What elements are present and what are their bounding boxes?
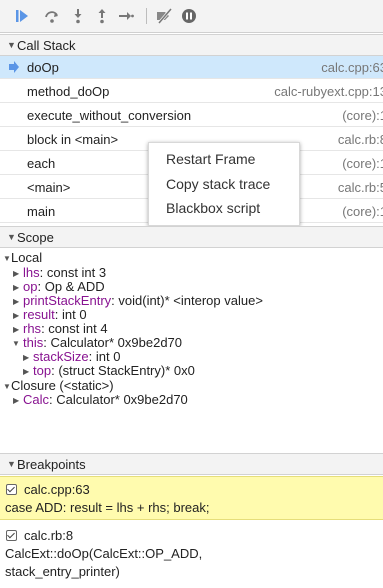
expanded-triangle-icon: ▼ — [12, 339, 20, 348]
expanded-triangle-icon: ▼ — [3, 254, 11, 263]
call-stack-title: Call Stack — [17, 38, 76, 53]
frame-location[interactable]: calc.rb:5 — [325, 180, 383, 195]
pause-on-exceptions-icon[interactable] — [181, 8, 197, 24]
frame-name: execute_without_conversion — [27, 108, 192, 123]
var-value: Op & ADD — [44, 279, 105, 294]
breakpoint-checkbox[interactable] — [6, 484, 17, 495]
scope-var-this[interactable]: ▼ this: Calculator* 0x9be2d70 — [0, 336, 383, 350]
step-out-icon[interactable] — [94, 8, 110, 24]
var-value: int 0 — [62, 307, 87, 322]
collapsed-triangle-icon: ▶ — [13, 269, 20, 278]
expanded-triangle-icon: ▼ — [3, 382, 11, 391]
toolbar-separator — [146, 8, 147, 24]
deactivate-breakpoints-icon[interactable] — [156, 8, 172, 24]
var-value: void(int)* <interop value> — [118, 293, 263, 308]
frame-name: doOp — [27, 60, 59, 75]
breakpoints-header[interactable]: ▼ Breakpoints — [0, 453, 383, 475]
var-value: const int 3 — [46, 265, 107, 280]
frame-location[interactable]: (core):1 — [330, 156, 383, 171]
scope-var-top[interactable]: ▶ top: (struct StackEntry)* 0x0 — [0, 364, 383, 378]
scope-var-rhs[interactable]: ▶ rhs: const int 4 — [0, 322, 383, 336]
call-frame-execute-without-conversion[interactable]: execute_without_conversion (core):1 — [0, 104, 383, 127]
collapsed-triangle-icon: ▶ — [13, 297, 20, 306]
var-value: const int 4 — [48, 321, 108, 336]
collapsed-triangle-icon: ▶ — [13, 325, 20, 334]
scope-var-result[interactable]: ▶ result: int 0 — [0, 308, 383, 322]
expanded-triangle-icon: ▼ — [7, 459, 16, 469]
var-name: printStackEntry — [23, 293, 112, 308]
var-value: int 0 — [95, 349, 121, 364]
breakpoint-item[interactable]: calc.rb:8 CalcExt::doOp(CalcExt::OP_ADD,… — [0, 522, 383, 588]
scope-var-lhs[interactable]: ▶ lhs: const int 3 — [0, 266, 383, 280]
call-frame-dooop[interactable]: doOp calc.cpp:63 — [0, 56, 383, 79]
breakpoint-item[interactable]: calc.cpp:63 case ADD: result = lhs + rhs… — [0, 476, 383, 520]
frame-name: block in <main> — [27, 132, 119, 147]
frame-name: each — [27, 156, 56, 171]
frame-location[interactable]: calc.rb:8 — [325, 132, 383, 147]
step-into-icon[interactable] — [70, 8, 86, 24]
menu-item-blackbox-script[interactable]: Blackbox script — [166, 200, 260, 216]
scope-var-calc[interactable]: ▶ Calc: Calculator* 0x9be2d70 — [0, 393, 383, 407]
var-name: this — [23, 335, 44, 350]
breakpoint-location: calc.rb:8 — [24, 528, 74, 543]
collapsed-triangle-icon: ▶ — [13, 396, 20, 405]
scope-header[interactable]: ▼ Scope — [0, 226, 383, 248]
scope-closure-label: Closure (<static>) — [11, 378, 114, 393]
scope-closure[interactable]: ▼ Closure (<static>) — [0, 379, 383, 393]
scope-local-label: Local — [11, 250, 43, 265]
expanded-triangle-icon: ▼ — [7, 40, 16, 50]
frame-context-menu: Restart Frame Copy stack trace Blackbox … — [148, 142, 300, 226]
var-name: stackSize — [33, 349, 89, 364]
frame-name: method_doOp — [27, 84, 110, 99]
step-icon[interactable] — [118, 8, 134, 24]
menu-item-copy-stack-trace[interactable]: Copy stack trace — [166, 176, 270, 192]
call-stack-header[interactable]: ▼ Call Stack — [0, 34, 383, 56]
expanded-triangle-icon: ▼ — [7, 232, 16, 242]
collapsed-triangle-icon: ▶ — [23, 353, 30, 362]
breakpoint-checkbox[interactable] — [6, 530, 17, 541]
breakpoint-code: CalcExt::doOp(CalcExt::OP_ADD, — [5, 546, 203, 561]
breakpoints-title: Breakpoints — [17, 457, 86, 472]
frame-location[interactable]: calc.cpp:63 — [309, 60, 383, 75]
collapsed-triangle-icon: ▶ — [13, 283, 20, 292]
var-value: Calculator* 0x9be2d70 — [50, 335, 183, 350]
resume-icon[interactable] — [14, 8, 30, 24]
scope-title: Scope — [17, 230, 54, 245]
var-name: op — [23, 279, 38, 294]
debugger-toolbar — [0, 0, 383, 33]
var-name: result — [23, 307, 55, 322]
var-name: rhs — [23, 321, 42, 336]
var-value: Calculator* 0x9be2d70 — [56, 392, 188, 407]
scope-var-printstackentry[interactable]: ▶ printStackEntry: void(int)* <interop v… — [0, 294, 383, 308]
var-name: lhs — [23, 265, 40, 280]
frame-location[interactable]: calc-rubyext.cpp:13 — [262, 84, 383, 99]
var-name: top — [33, 363, 52, 378]
var-value: (struct StackEntry)* 0x0 — [58, 363, 195, 378]
current-frame-arrow-icon — [9, 61, 19, 73]
scope-var-op[interactable]: ▶ op: Op & ADD — [0, 280, 383, 294]
call-frame-method-doop[interactable]: method_doOp calc-rubyext.cpp:13 — [0, 80, 383, 103]
scope-local[interactable]: ▼ Local — [0, 251, 383, 265]
frame-name: main — [27, 204, 56, 219]
step-over-icon[interactable] — [44, 8, 60, 24]
var-name: Calc — [23, 392, 50, 407]
breakpoint-code: case ADD: result = lhs + rhs; break; — [5, 500, 210, 515]
collapsed-triangle-icon: ▶ — [23, 367, 30, 376]
breakpoint-location: calc.cpp:63 — [24, 482, 90, 497]
collapsed-triangle-icon: ▶ — [13, 311, 20, 320]
scope-var-stacksize[interactable]: ▶ stackSize: int 0 — [0, 350, 383, 364]
frame-name: <main> — [27, 180, 71, 195]
frame-location[interactable]: (core):1 — [330, 108, 383, 123]
breakpoint-code: stack_entry_printer) — [5, 564, 120, 579]
frame-location[interactable]: (core):1 — [330, 204, 383, 219]
menu-item-restart-frame[interactable]: Restart Frame — [166, 151, 255, 167]
